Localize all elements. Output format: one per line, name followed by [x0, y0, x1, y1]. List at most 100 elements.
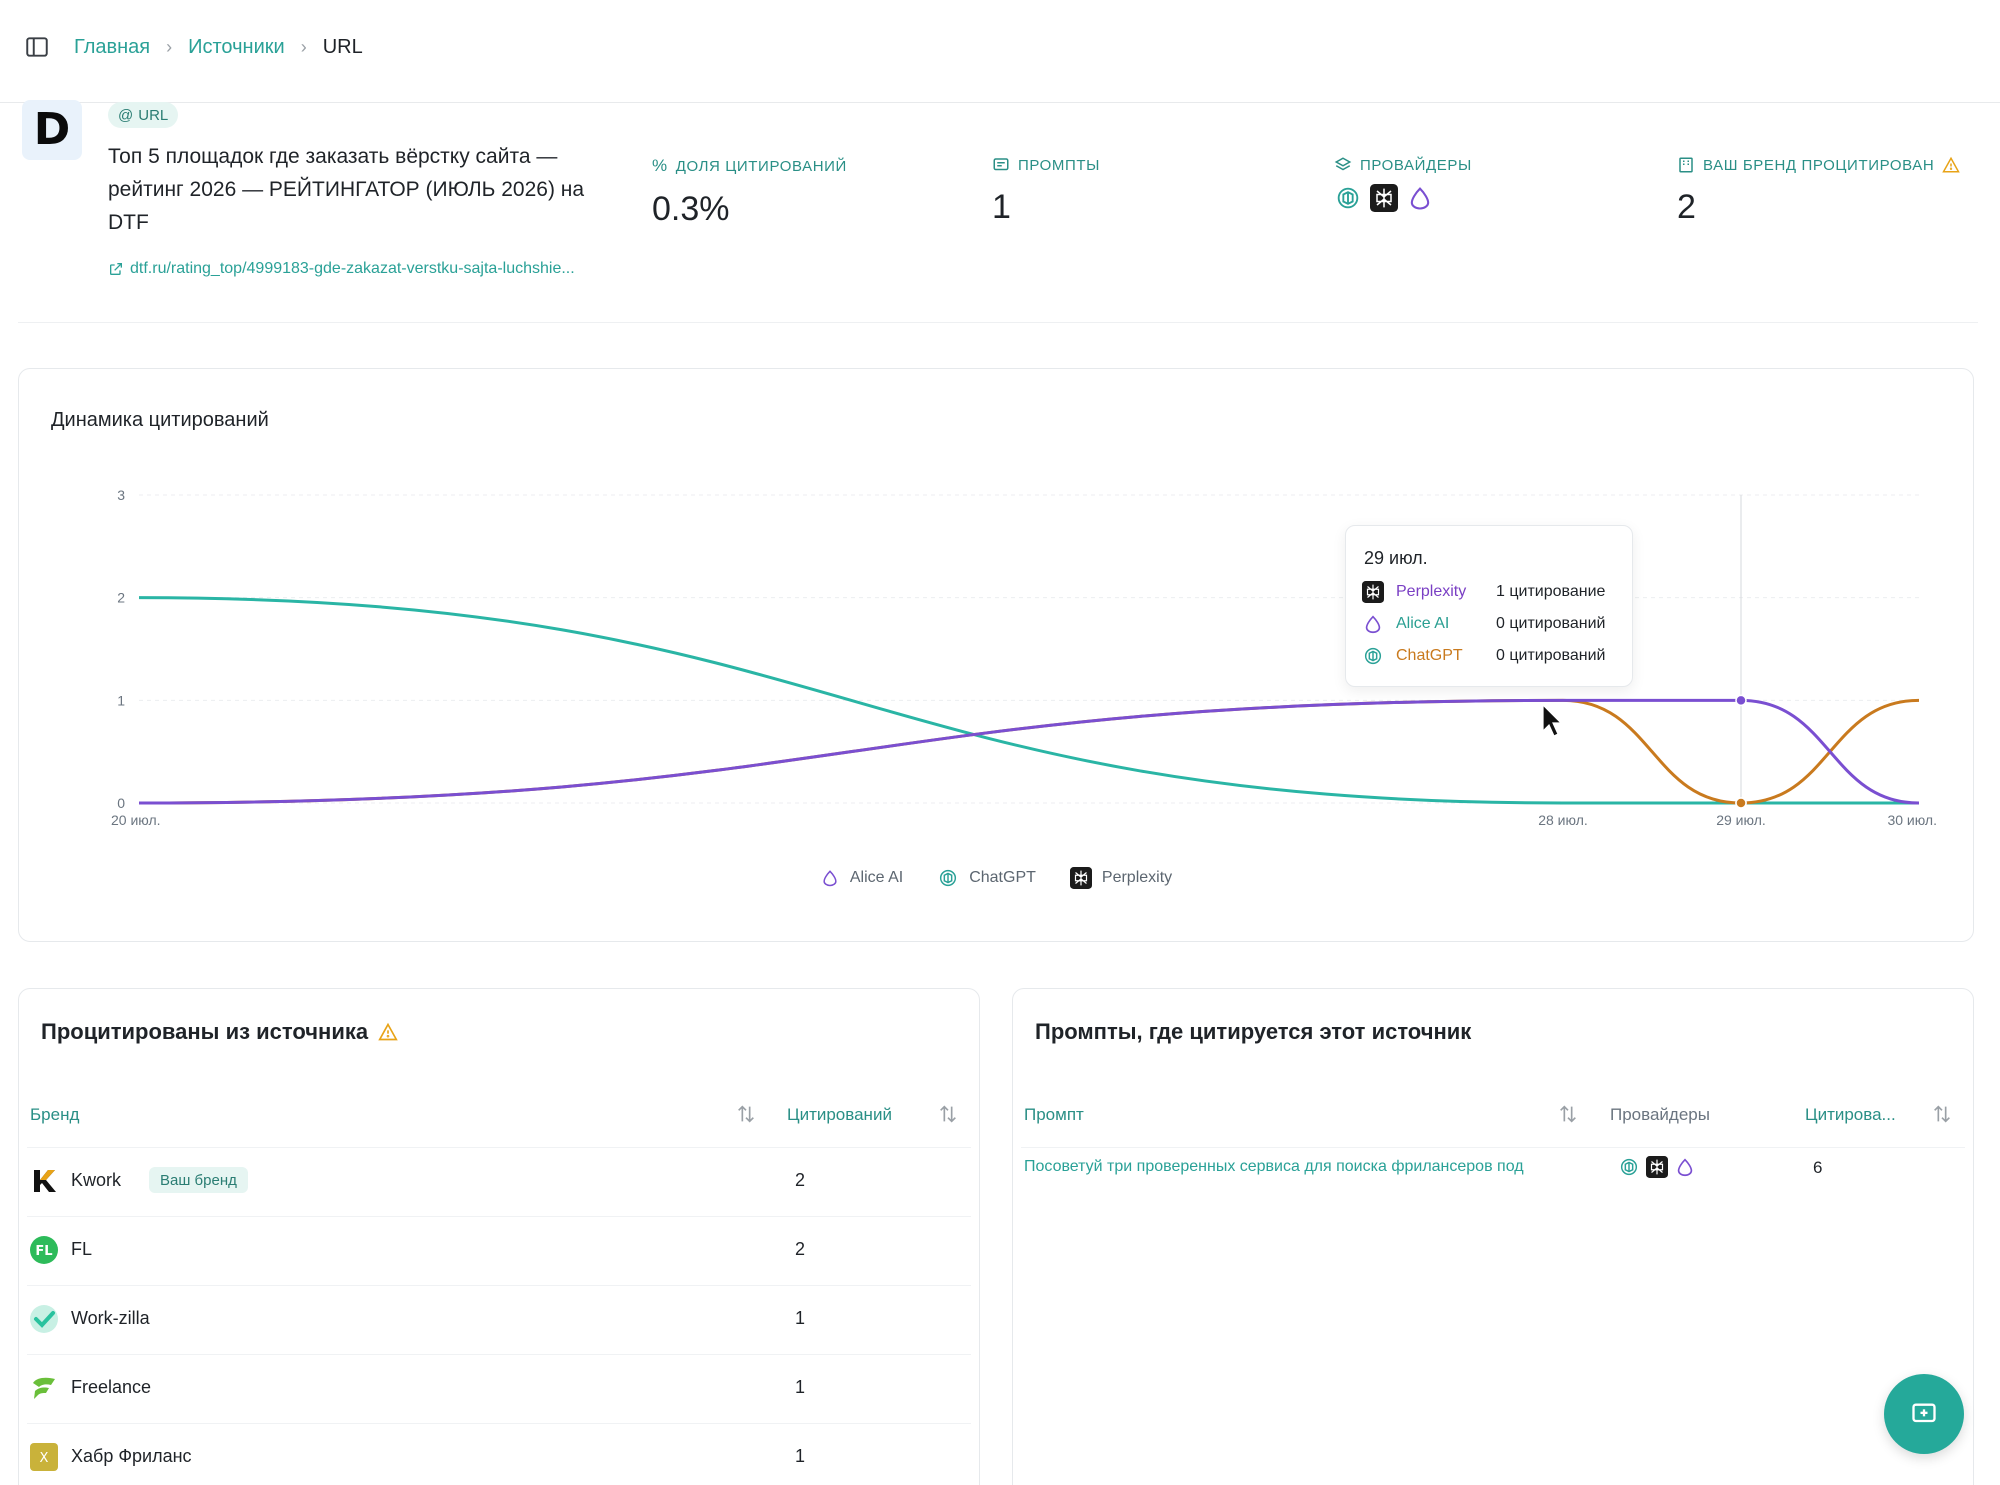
sort-icon[interactable] — [1557, 1103, 1579, 1125]
metric-brand: ВАШ БРЕНД ПРОЦИТИРОВАН 2 — [1677, 156, 1961, 227]
layers-icon — [1334, 157, 1352, 171]
column-header-citations[interactable]: Цитирований — [787, 1105, 892, 1125]
chatgpt-icon — [1337, 187, 1359, 209]
warning-icon — [378, 1022, 398, 1041]
cited-brands-title-text: Процитированы из источника — [41, 1019, 369, 1044]
metric-prompts-value: 1 — [992, 188, 1011, 226]
perplexity-icon — [1362, 581, 1384, 603]
metric-providers-label: ПРОВАЙДЕРЫ — [1360, 156, 1472, 174]
source-link[interactable]: dtf.ru/rating_top/4999183-gde-zakazat-ve… — [108, 260, 575, 278]
provider-icons — [1618, 1156, 1696, 1178]
metric-share-value: 0.3% — [652, 190, 730, 228]
perplexity-icon — [1646, 1156, 1668, 1178]
chat-fab-button[interactable] — [1884, 1374, 1964, 1454]
legend-label: Perplexity — [1101, 869, 1173, 886]
citation-count: 2 — [795, 1239, 806, 1259]
metric-share-label: ДОЛЯ ЦИТИРОВАНИЙ — [675, 157, 847, 175]
breadcrumb-sources[interactable]: Источники — [188, 36, 285, 59]
prompt-link[interactable]: Посоветуй три проверенных сервиса для по… — [1024, 1158, 1594, 1176]
citation-count: 2 — [795, 1170, 806, 1190]
cited-brands-card: Процитированы из источника Бренд Цитиров… — [18, 988, 980, 1485]
citation-count: 1 — [795, 1446, 806, 1466]
top-bar: Главная › Источники › URL — [0, 0, 2000, 103]
column-header-prompt[interactable]: Промпт — [1024, 1105, 1084, 1125]
cited-brands-title: Процитированы из источника — [41, 1019, 398, 1045]
table-row[interactable]: X Хабр Фриланс 1 — [27, 1423, 971, 1485]
source-title: Топ 5 площадок где заказать вёрстку сайт… — [108, 145, 585, 234]
metric-prompts-label: ПРОМПТЫ — [1018, 156, 1101, 174]
citation-count: 6 — [1813, 1158, 1823, 1177]
sidebar-toggle-icon[interactable] — [24, 34, 50, 60]
alice-icon — [1365, 615, 1381, 634]
percent-icon: % — [652, 156, 668, 175]
table-row[interactable]: Freelance 1 — [27, 1354, 971, 1423]
svg-text:FL: FL — [35, 1244, 52, 1259]
metric-providers: ПРОВАЙДЕРЫ — [1334, 156, 1472, 212]
chat-plus-icon — [1912, 1403, 1936, 1423]
tooltip-value: 0 цитирований — [1496, 647, 1606, 664]
prompts-title: Промпты, где цитируется этот источник — [1035, 1019, 1472, 1044]
table-row[interactable]: Work-zilla 1 — [27, 1285, 971, 1354]
sort-icon[interactable] — [1931, 1103, 1953, 1125]
x-tick-label: 29 июл. — [1716, 812, 1766, 828]
table-row[interactable]: Kwork Ваш бренд 2 — [27, 1147, 971, 1216]
y-tick-label: 1 — [117, 692, 125, 708]
fl-logo-icon: FL — [30, 1236, 58, 1264]
sort-icon[interactable] — [735, 1103, 757, 1125]
legend-item-chatgpt[interactable]: ChatGPT — [937, 867, 1036, 889]
table-row[interactable]: Посоветуй три проверенных сервиса для по… — [1021, 1147, 1965, 1232]
column-header-brand[interactable]: Бренд — [30, 1105, 79, 1125]
provider-icons — [1334, 184, 1472, 212]
legend-item-alice[interactable]: Alice AI — [820, 867, 903, 889]
column-header-providers: Провайдеры — [1610, 1105, 1710, 1124]
alice-icon — [1410, 187, 1430, 210]
mouse-cursor-icon — [1542, 703, 1563, 737]
svg-text:X: X — [40, 1451, 49, 1466]
data-point-chatgpt — [1735, 797, 1747, 809]
breadcrumb-current: URL — [322, 35, 363, 58]
brand-name: FL — [71, 1239, 93, 1259]
breadcrumb-home[interactable]: Главная — [74, 36, 150, 59]
brand-name: Хабр Фриланс — [71, 1446, 192, 1466]
x-tick-label: 20 июл. — [111, 812, 161, 828]
tooltip-row-chatgpt: ChatGPT 0 цитирований — [1362, 644, 1622, 668]
at-icon: @ — [118, 106, 134, 124]
chatgpt-icon — [1620, 1158, 1638, 1176]
citation-count: 1 — [795, 1377, 806, 1397]
metric-share: % ДОЛЯ ЦИТИРОВАНИЙ 0.3% — [652, 156, 847, 229]
legend-label: Alice AI — [849, 869, 904, 886]
workzilla-logo-icon — [30, 1305, 58, 1333]
table-row[interactable]: FL FL 2 — [27, 1216, 971, 1285]
url-badge: @ URL — [108, 102, 179, 128]
chatgpt-icon — [940, 869, 957, 887]
brand-name: Kwork — [71, 1170, 122, 1190]
tooltip-date: 29 июл. — [1364, 548, 1428, 568]
brand-name: Work-zilla — [71, 1308, 150, 1328]
your-brand-badge: Ваш бренд — [149, 1167, 248, 1193]
tooltip-value: 1 цитирование — [1496, 583, 1606, 600]
chart-tooltip: 29 июл. Perplexity 1 цитирование Alice A… — [1345, 525, 1633, 687]
column-header-citations[interactable]: Цитирова... — [1805, 1105, 1896, 1125]
breadcrumb: Главная › Источники › URL — [74, 34, 363, 60]
x-tick-label: 28 июл. — [1538, 812, 1588, 828]
habr-freelance-logo-icon: X — [30, 1443, 58, 1471]
header-divider — [18, 322, 1978, 323]
message-icon — [993, 158, 1009, 171]
tooltip-name: ChatGPT — [1396, 647, 1463, 664]
tooltip-name: Alice AI — [1396, 615, 1450, 632]
sort-icon[interactable] — [937, 1103, 959, 1125]
prompts-card: Промпты, где цитируется этот источник Пр… — [1012, 988, 1974, 1485]
x-tick-label: 30 июл. — [1887, 812, 1937, 828]
source-link-text[interactable]: dtf.ru/rating_top/4999183-gde-zakazat-ve… — [130, 260, 575, 278]
metric-prompts: ПРОМПТЫ 1 — [992, 156, 1100, 227]
tooltip-name: Perplexity — [1396, 583, 1467, 600]
y-tick-label: 3 — [117, 487, 125, 503]
series-line-chatgpt — [138, 698, 1920, 805]
tooltip-row-perplexity: Perplexity 1 цитирование — [1362, 580, 1622, 604]
warning-icon — [1942, 156, 1961, 173]
tooltip-value: 0 цитирований — [1496, 615, 1606, 632]
source-logo: D — [22, 100, 82, 160]
y-tick-label: 2 — [117, 590, 125, 606]
source-logo-letter: D — [33, 104, 71, 155]
legend-item-perplexity[interactable]: Perplexity — [1069, 867, 1173, 889]
